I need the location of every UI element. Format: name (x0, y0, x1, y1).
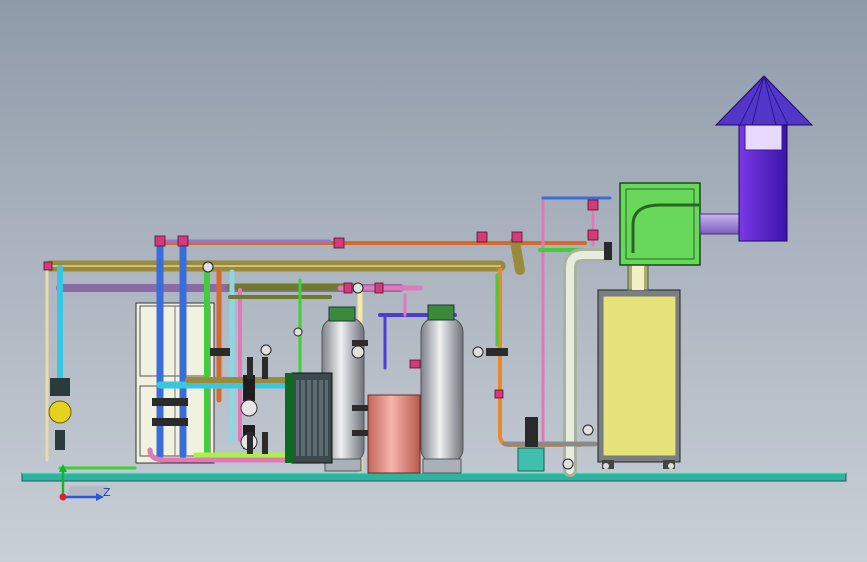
plate-heat-exchanger[interactable] (285, 372, 333, 464)
skid-base-plate[interactable] (21, 472, 847, 482)
flue-duct (699, 213, 743, 235)
yellow-pump-valve[interactable] (48, 378, 72, 450)
softener-vessel-right[interactable] (420, 304, 464, 474)
view-orientation-triad (59, 464, 108, 501)
pump-left[interactable] (240, 375, 258, 417)
boiler-cabinet[interactable] (597, 289, 681, 469)
cad-scene[interactable] (0, 0, 867, 562)
flue-box[interactable] (619, 182, 701, 266)
axis-label-z: Z (103, 486, 111, 499)
cad-viewport[interactable]: Z (0, 0, 867, 562)
brine-tank[interactable] (367, 394, 421, 474)
